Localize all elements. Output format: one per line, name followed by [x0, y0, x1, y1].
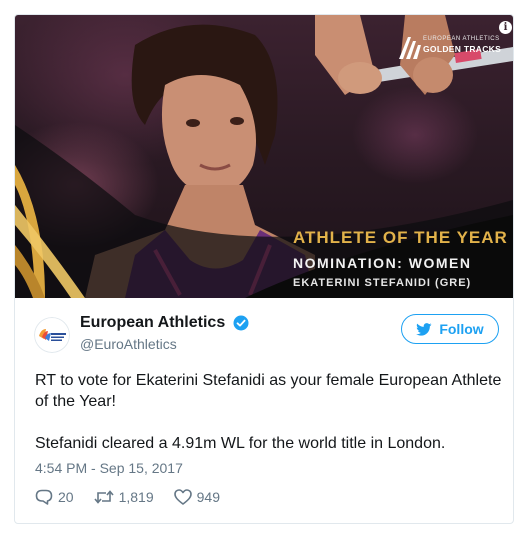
follow-button[interactable]: Follow [401, 314, 499, 344]
follow-label: Follow [439, 321, 484, 337]
media-nomination: NOMINATION: WOMEN [293, 255, 472, 271]
like-count: 949 [196, 489, 220, 505]
heart-icon [173, 489, 192, 505]
author-handle[interactable]: @EuroAthletics [80, 336, 177, 352]
retweet-icon [93, 490, 114, 504]
reply-icon [35, 489, 53, 505]
retweet-count: 1,819 [118, 489, 154, 505]
media-headline: ATHLETE OF THE YEAR [293, 228, 508, 247]
tweet-media-image[interactable]: EUROPEAN ATHLETICS GOLDEN TRACKS i ATHLE… [15, 15, 513, 298]
reply-count: 20 [58, 489, 74, 505]
golden-tracks-logo: EUROPEAN ATHLETICS GOLDEN TRACKS [397, 25, 509, 69]
retweet-button[interactable]: 1,819 [93, 489, 154, 505]
golden-tracks-emblem-icon [399, 37, 421, 59]
tweet-timestamp[interactable]: 4:54 PM - Sep 15, 2017 [35, 460, 183, 476]
tweet-card: EUROPEAN ATHLETICS GOLDEN TRACKS i ATHLE… [14, 14, 514, 524]
tweet-text-paragraph: Stefanidi cleared a 4.91m WL for the wor… [35, 435, 446, 452]
author-name[interactable]: European Athletics [80, 314, 225, 332]
media-athlete-name: EKATERINI STEFANIDI (GRE) [293, 277, 472, 289]
twitter-bird-icon [416, 322, 432, 336]
tweet-actions: 20 1,819 949 [35, 487, 240, 507]
avatar[interactable] [34, 317, 70, 353]
verified-badge-icon [233, 315, 249, 331]
info-icon[interactable]: i [499, 21, 512, 34]
brand-title: GOLDEN TRACKS [423, 44, 502, 54]
tweet-text-paragraph: RT to vote for Ekaterini Stefanidi as yo… [35, 372, 502, 410]
brand-subtitle: EUROPEAN ATHLETICS [423, 36, 500, 42]
reply-button[interactable]: 20 [35, 489, 74, 505]
like-button[interactable]: 949 [173, 489, 220, 505]
